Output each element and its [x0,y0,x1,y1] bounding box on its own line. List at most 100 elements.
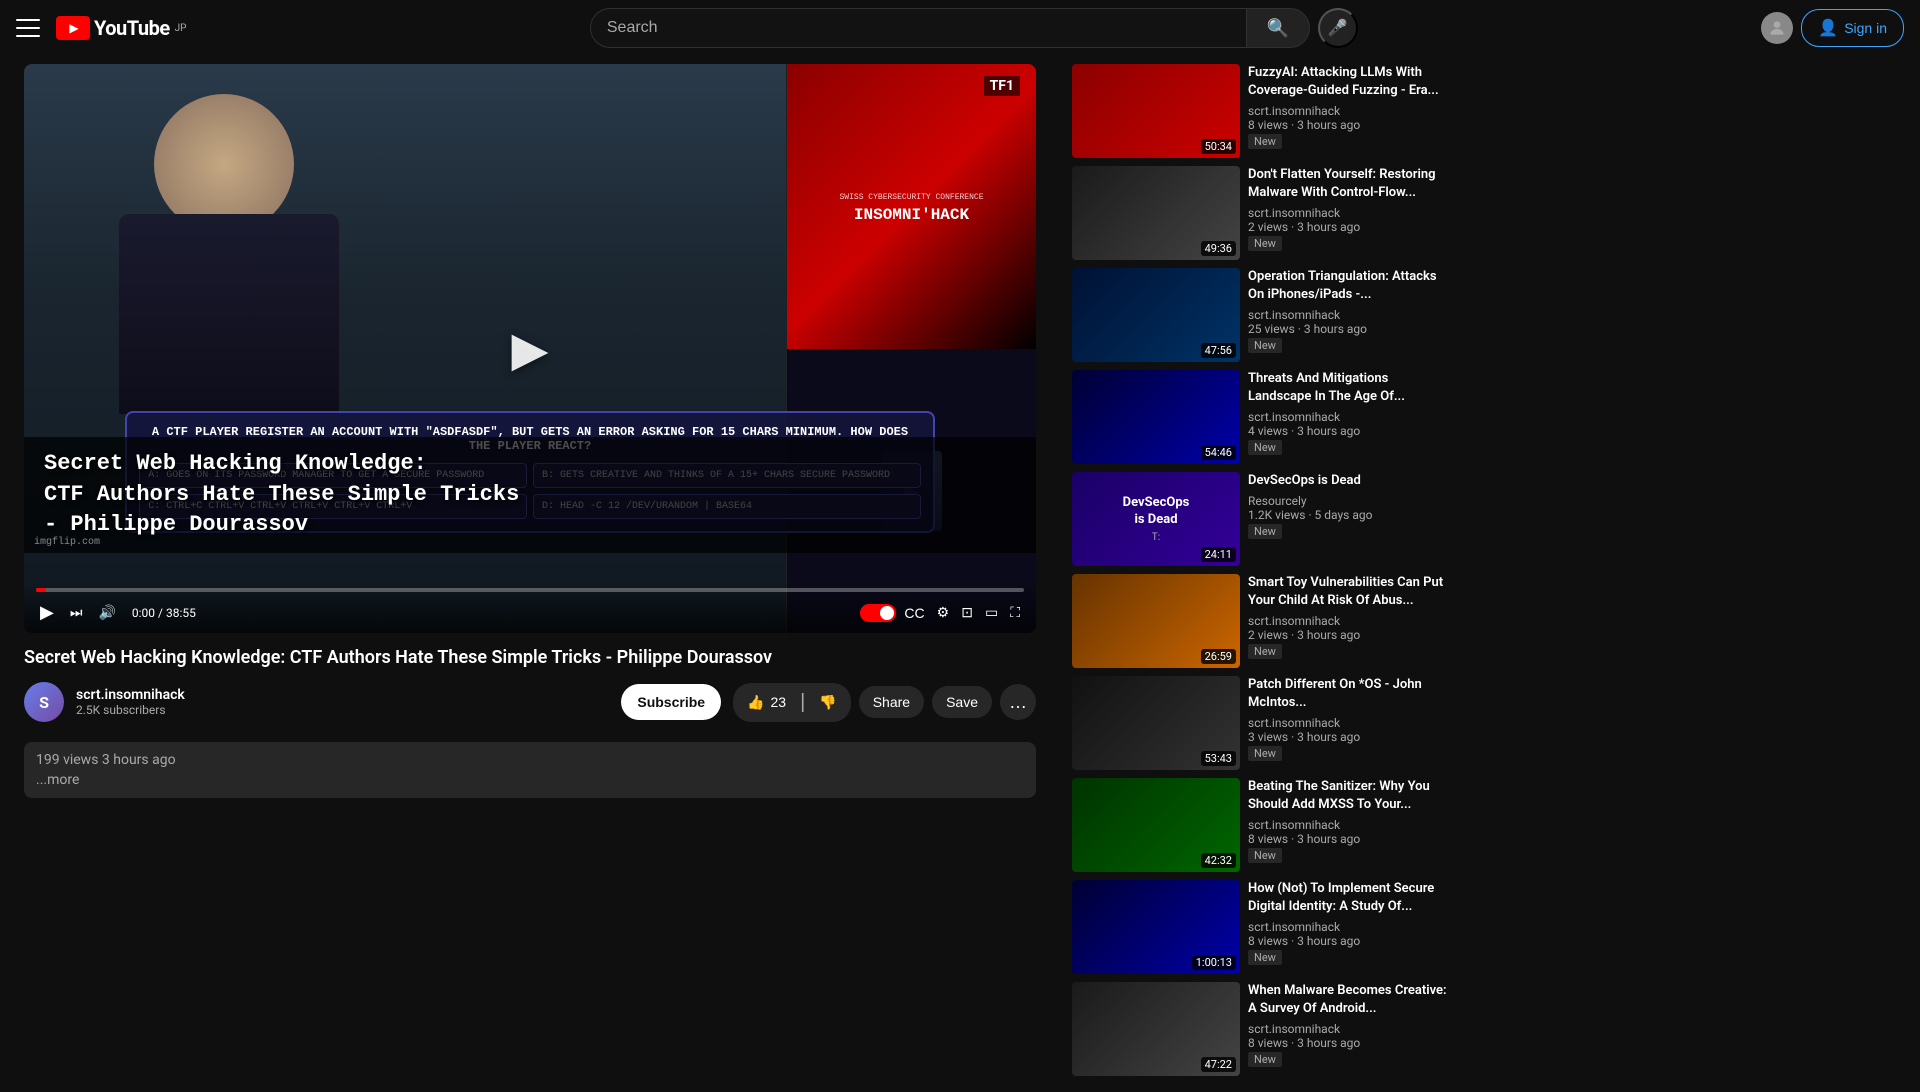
hamburger-menu[interactable] [16,16,40,40]
title-line2: CTF Authors Hate These Simple Tricks [44,482,519,507]
search-input[interactable] [590,8,1246,48]
sidebar-duration: 54:46 [1201,445,1236,460]
sidebar-thumbnail: 49:36 [1072,166,1240,260]
user-avatar[interactable] [1761,12,1793,44]
search-button[interactable]: 🔍 [1246,8,1310,48]
description-more[interactable]: ...more [36,772,1024,788]
autoplay-toggle[interactable] [860,604,896,622]
person-head [154,94,294,234]
channel-name[interactable]: scrt.insomnihack [76,687,609,703]
theater-button[interactable]: ▭ [981,602,1002,623]
video-controls: ▶ ⏭ 🔊 0:00 / 38:55 [24,580,1036,633]
sidebar-meta: 3 views · 3 hours ago [1248,730,1448,744]
channel-subscribers: 2.5K subscribers [76,703,609,717]
sidebar-duration: 26:59 [1201,649,1236,664]
sidebar-video-item[interactable]: DevSecOpsis Dead T: 24:11 DevSecOps is D… [1072,472,1448,566]
sidebar-duration: 53:43 [1201,751,1236,766]
sidebar-thumbnail: 50:34 [1072,64,1240,158]
header-right: 👤 Sign in [1761,9,1904,47]
video-meta: 199 views 3 hours ago ...more [24,734,1036,806]
channel-info: scrt.insomnihack 2.5K subscribers [76,687,609,717]
time-ago: 3 hours ago [102,752,176,768]
settings-button[interactable]: ⚙ [933,602,954,623]
view-count: 199 views [36,752,98,768]
volume-button[interactable]: 🔊 [94,602,119,623]
youtube-logo-icon [56,16,90,40]
header-center: 🔍 🎤 [194,8,1753,48]
sign-in-button[interactable]: 👤 Sign in [1801,9,1904,47]
sidebar-new-badge: New [1248,134,1282,149]
sidebar-meta: 8 views · 3 hours ago [1248,118,1448,132]
voice-search-button[interactable]: 🎤 [1318,8,1358,48]
sidebar-title: FuzzyAI: Attacking LLMs With Coverage-Gu… [1248,64,1448,100]
sidebar-new-badge: New [1248,950,1282,965]
sidebar-title: Smart Toy Vulnerabilities Can Put Your C… [1248,574,1448,610]
next-button[interactable]: ⏭ [66,602,87,623]
share-button[interactable]: Share [859,686,924,718]
toggle-track[interactable] [860,604,896,622]
panel-text: SWISS CYBERSECURITY CONFERENCE [835,189,987,206]
sidebar-video-item[interactable]: 53:43 Patch Different On *OS - John McIn… [1072,676,1448,770]
sidebar-video-item[interactable]: 50:34 FuzzyAI: Attacking LLMs With Cover… [1072,64,1448,158]
sidebar-video-item[interactable]: 47:56 Operation Triangulation: Attacks O… [1072,268,1448,362]
sidebar-new-badge: New [1248,848,1282,863]
channel-row: S scrt.insomnihack 2.5K subscribers Subs… [24,682,1036,722]
sidebar-channel: scrt.insomnihack [1248,206,1448,220]
sidebar-info: Smart Toy Vulnerabilities Can Put Your C… [1248,574,1448,668]
sidebar-meta: 8 views · 3 hours ago [1248,934,1448,948]
save-button[interactable]: Save [932,686,992,718]
play-pause-button[interactable]: ▶ [36,600,58,625]
tf1-badge: TF1 [984,76,1020,96]
content-area: SWISS CYBERSECURITY CONFERENCE INSOMNI'H… [0,64,1060,1084]
sidebar-video-item[interactable]: 26:59 Smart Toy Vulnerabilities Can Put … [1072,574,1448,668]
sidebar-new-badge: New [1248,746,1282,761]
sidebar-new-badge: New [1248,644,1282,659]
sidebar-info: Patch Different On *OS - John McIntos...… [1248,676,1448,770]
subtitles-button[interactable]: CC [900,603,928,623]
video-title: Secret Web Hacking Knowledge: CTF Author… [24,645,1036,670]
sidebar-video-item[interactable]: 54:46 Threats And Mitigations Landscape … [1072,370,1448,464]
sidebar-thumbnail: 47:22 [1072,982,1240,1076]
right-controls: CC ⚙ ⊡ ▭ ⛶ [860,602,1024,623]
sidebar-video-item[interactable]: 49:36 Don't Flatten Yourself: Restoring … [1072,166,1448,260]
sidebar: 50:34 FuzzyAI: Attacking LLMs With Cover… [1060,64,1460,1084]
sidebar-info: Threats And Mitigations Landscape In The… [1248,370,1448,464]
divider: | [800,691,805,714]
sidebar-thumbnail: 47:56 [1072,268,1240,362]
sidebar-video-item[interactable]: 47:22 When Malware Becomes Creative: A S… [1072,982,1448,1076]
sidebar-info: DevSecOps is Dead Resourcely 1.2K views … [1248,472,1448,566]
sidebar-title: Don't Flatten Yourself: Restoring Malwar… [1248,166,1448,202]
fullscreen-button[interactable]: ⛶ [1006,602,1024,623]
more-actions-button[interactable]: … [1000,684,1036,720]
panel-top: SWISS CYBERSECURITY CONFERENCE INSOMNI'H… [787,64,1036,349]
youtube-logo[interactable]: YouTubeJP [56,16,186,40]
sidebar-info: How (Not) To Implement Secure Digital Id… [1248,880,1448,974]
sidebar-duration: 47:56 [1201,343,1236,358]
sidebar-thumbnail: 53:43 [1072,676,1240,770]
like-button[interactable]: 👍 23 | 👎 [733,683,851,722]
video-container: SWISS CYBERSECURITY CONFERENCE INSOMNI'H… [24,64,1036,633]
sidebar-thumbnail: 26:59 [1072,574,1240,668]
sidebar-duration: 47:22 [1201,1057,1236,1072]
sidebar-title: Patch Different On *OS - John McIntos... [1248,676,1448,712]
person-area [74,84,424,464]
sidebar-video-item[interactable]: 42:32 Beating The Sanitizer: Why You Sho… [1072,778,1448,872]
progress-bar[interactable] [36,588,1024,592]
sidebar-channel: scrt.insomnihack [1248,614,1448,628]
sidebar-channel: scrt.insomnihack [1248,818,1448,832]
sidebar-info: Beating The Sanitizer: Why You Should Ad… [1248,778,1448,872]
time-display: 0:00 / 38:55 [132,606,196,620]
video-watermark: imgflip.com [34,537,100,548]
sidebar-info: Operation Triangulation: Attacks On iPho… [1248,268,1448,362]
video-bg: SWISS CYBERSECURITY CONFERENCE INSOMNI'H… [24,64,1036,633]
channel-avatar[interactable]: S [24,682,64,722]
subscribe-button[interactable]: Subscribe [621,684,721,720]
video-player[interactable]: SWISS CYBERSECURITY CONFERENCE INSOMNI'H… [24,64,1036,633]
sidebar-title: When Malware Becomes Creative: A Survey … [1248,982,1448,1018]
sidebar-meta: 8 views · 3 hours ago [1248,1036,1448,1050]
sidebar-video-item[interactable]: 1:00:13 How (Not) To Implement Secure Di… [1072,880,1448,974]
sidebar-duration: 50:34 [1201,139,1236,154]
sidebar-info: When Malware Becomes Creative: A Survey … [1248,982,1448,1076]
miniplayer-button[interactable]: ⊡ [957,602,977,623]
controls-row: ▶ ⏭ 🔊 0:00 / 38:55 [36,600,1024,625]
